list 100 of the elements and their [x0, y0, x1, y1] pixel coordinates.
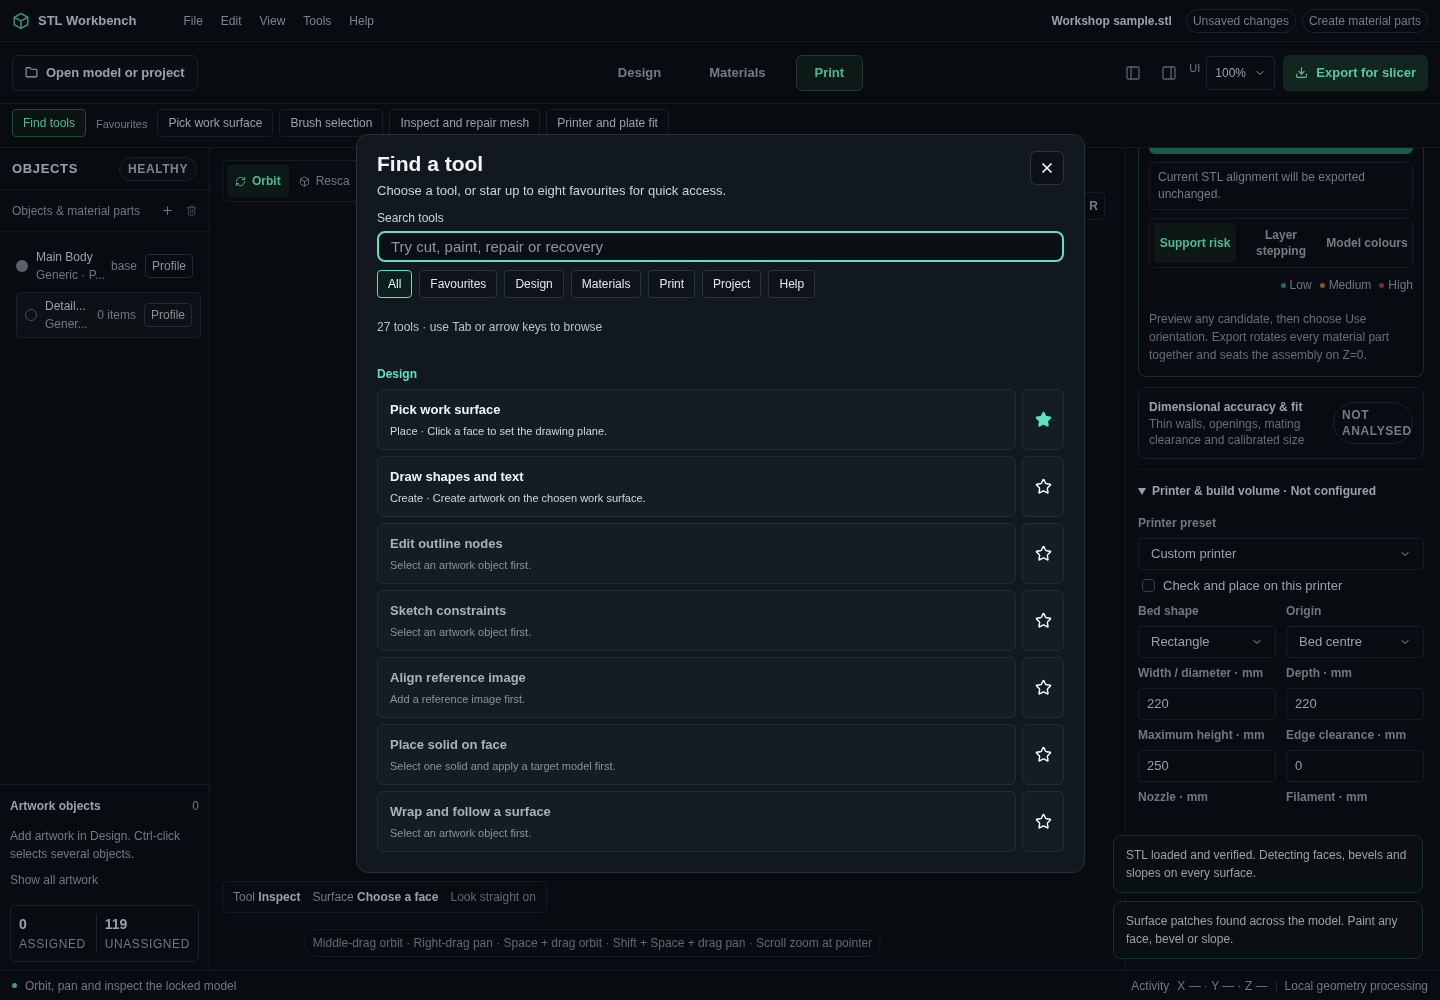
profile-button[interactable]: Profile	[145, 254, 193, 278]
toast-message: Surface patches found across the model. Paint any face, bevel or slope.	[1113, 901, 1423, 959]
profile-button[interactable]: Profile	[144, 303, 192, 327]
star-icon	[1034, 478, 1052, 495]
filter-tab[interactable]: Print	[648, 270, 696, 298]
field-label: Depth · mm	[1286, 664, 1353, 682]
plus-icon[interactable]	[161, 204, 174, 217]
printer-checkbox[interactable]	[1142, 579, 1155, 593]
tool-item[interactable]: Draw shapes and text Create · Create artwork on the chosen work surface.	[377, 456, 1016, 517]
info-item: Surface Choose a face	[312, 889, 439, 906]
find-tools-button[interactable]: Find tools	[12, 109, 87, 137]
show-artwork-link[interactable]: Show all artwork	[10, 871, 199, 889]
star-icon	[1034, 545, 1052, 562]
filter-tab[interactable]: Materials	[570, 270, 642, 298]
toast-message: STL loaded and verified. Detecting faces, bevels and slopes on every surface.	[1113, 835, 1423, 893]
zoom-select[interactable]: 100%	[1206, 55, 1276, 90]
select-field[interactable]: Rectangle	[1138, 625, 1276, 658]
object-name: Main Body	[36, 249, 94, 266]
close-button[interactable]	[1030, 151, 1064, 185]
object-tag: base	[110, 257, 137, 275]
activity-label: Activity	[1131, 977, 1170, 995]
stat-label: UNASSIGNED	[104, 936, 190, 953]
file-name: Workshop sample.stl	[1051, 12, 1172, 30]
preview-tab[interactable]: Support risk	[1154, 223, 1236, 263]
favourite-button[interactable]	[1022, 456, 1064, 517]
tool-item[interactable]: Pick work surface Place · Click a face to set the drawing plane.	[377, 389, 1016, 450]
object-name: Detail...	[45, 298, 87, 315]
dialog-subtitle: Choose a tool, or star up to eight favourites for quick access.	[377, 182, 727, 200]
tool-shortcut[interactable]: Pick work surface	[157, 109, 274, 137]
field-label: Width / diameter · mm	[1138, 664, 1265, 682]
artwork-title: Artwork objects	[10, 798, 101, 815]
menu-item[interactable]: Help	[340, 11, 383, 30]
filter-tab[interactable]: Help	[768, 270, 816, 298]
open-model-button[interactable]: Open model or project	[12, 54, 198, 91]
export-button[interactable]: Export for slicer	[1283, 54, 1428, 91]
app-name: STL Workbench	[38, 11, 137, 30]
mode-tab[interactable]: Design	[599, 54, 680, 91]
accuracy-text: Thin walls, openings, mating clearance and calibrated size	[1149, 416, 1306, 448]
left-panel-icon	[1125, 64, 1142, 81]
favourite-button[interactable]	[1022, 389, 1064, 450]
select-field[interactable]: Bed centre	[1286, 625, 1424, 658]
field-label: Maximum height · mm	[1138, 726, 1266, 744]
preset-select[interactable]: Custom printer	[1138, 538, 1424, 570]
caret-icon[interactable]	[1138, 487, 1146, 495]
number-field[interactable]: 220	[1286, 687, 1424, 720]
favourites-label: Favourites	[95, 117, 149, 132]
viewport-mode-button[interactable]: Resca	[290, 165, 358, 197]
artwork-hint: Add artwork in Design. Ctrl-click selects several objects.	[10, 828, 182, 863]
cube-icon	[298, 175, 310, 187]
coordinates: X — · Y — · Z —	[1177, 977, 1268, 995]
legend-label: High	[1388, 277, 1413, 294]
field-label: Origin	[1286, 602, 1323, 620]
filter-tab[interactable]: Project	[702, 270, 762, 298]
legend-label: Low	[1289, 277, 1312, 294]
object-tag: 0 items	[97, 306, 136, 324]
ui-label: UI	[1189, 61, 1201, 76]
search-field[interactable]: Try cut, paint, repair or recovery	[377, 230, 1064, 262]
dialog-title: Find a tool	[377, 151, 485, 177]
objects-list-label: Objects & material parts	[12, 202, 142, 220]
close-icon	[1039, 160, 1055, 176]
menu-item[interactable]: Edit	[211, 11, 251, 30]
search-label: Search tools	[377, 209, 445, 227]
viewport-mode-button[interactable]: Orbit	[227, 165, 289, 197]
section-heading: Design	[377, 366, 418, 383]
filter-tab[interactable]: All	[377, 270, 413, 298]
legend-label: Medium	[1328, 277, 1372, 294]
number-field[interactable]: 250	[1138, 749, 1276, 782]
mode-tab[interactable]: Materials	[691, 54, 784, 91]
cube-logo-icon	[12, 11, 30, 30]
star-icon	[1034, 746, 1052, 763]
menu-item[interactable]: Tools	[294, 11, 341, 30]
tool-count: 27 tools · use Tab or arrow keys to browse	[377, 319, 604, 336]
menu-item[interactable]: View	[250, 11, 295, 30]
rotate-icon	[235, 175, 246, 187]
look-straight-button[interactable]: Look straight on	[450, 888, 536, 906]
filter-tab[interactable]: Design	[504, 270, 564, 298]
number-field[interactable]: 0	[1286, 749, 1424, 782]
health-badge: HEALTHY	[119, 156, 197, 181]
number-field[interactable]: 220	[1138, 687, 1276, 720]
preset-label: Printer preset	[1138, 515, 1218, 532]
object-detail: Gener...	[45, 316, 89, 333]
preview-tab[interactable]: Model colours	[1326, 223, 1408, 263]
field-label: Bed shape	[1138, 602, 1200, 620]
menu-item[interactable]: File	[174, 11, 212, 30]
checkbox-label: Check and place on this printer	[1163, 577, 1343, 595]
preview-tab[interactable]: Layer stepping	[1240, 223, 1322, 263]
orientation-help: Preview any candidate, then choose Use orientation. Export rotates every material part together and seats the assembly on Z=0.	[1149, 311, 1391, 364]
status-message: Orbit, pan and inspect the locked model	[25, 977, 237, 995]
mode-tab[interactable]: Print	[795, 54, 864, 91]
download-icon	[1295, 66, 1309, 79]
filter-tab[interactable]: Favourites	[419, 270, 498, 298]
right-panel-icon	[1161, 64, 1178, 81]
info-item: Tool Inspect	[233, 889, 301, 906]
processing-status: Local geometry processing	[1284, 977, 1428, 995]
alignment-note: Current STL alignment will be exported unchanged.	[1149, 162, 1413, 210]
folder-icon	[25, 66, 38, 79]
printer-section-heading[interactable]: Printer & build volume · Not configured	[1152, 482, 1376, 500]
field-label: Nozzle · mm	[1138, 788, 1209, 806]
objects-title: OBJECTS	[12, 159, 78, 178]
field-label: Edge clearance · mm	[1286, 726, 1408, 744]
